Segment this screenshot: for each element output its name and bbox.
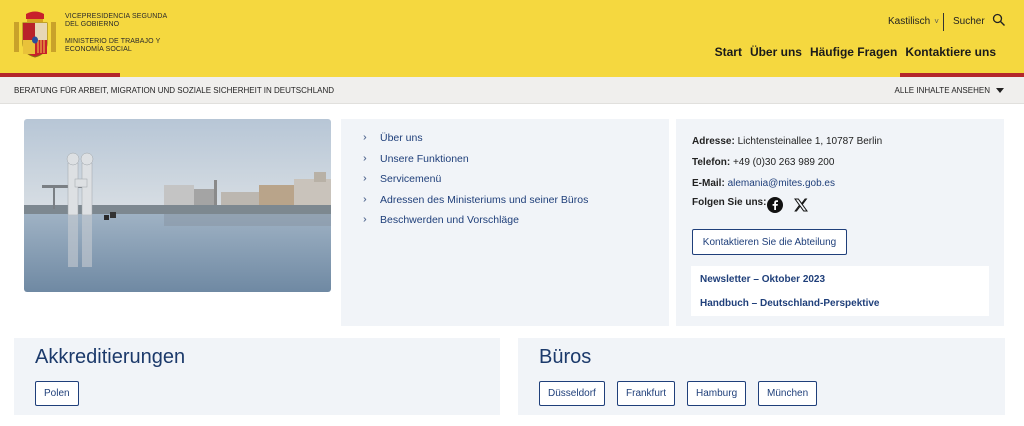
coat-of-arms-icon[interactable] <box>12 10 58 60</box>
offices-title: Büros <box>539 346 592 368</box>
language-selector[interactable]: Kastilisch ˅ <box>888 16 939 27</box>
org-line-ministry: MINISTERIO DE TRABAJO Y ECONOMÍA SOCIAL <box>65 38 161 53</box>
link-label: Beschwerden und Vorschläge <box>380 214 519 227</box>
link-label: Unsere Funktionen <box>380 152 469 165</box>
accreditations-title: Akkreditierungen <box>35 346 186 368</box>
main-navigation: Start Über uns Häufige Fragen Kontaktier… <box>715 45 996 59</box>
phone-line: Telefon: +49 (0)30 263 989 200 <box>692 157 834 168</box>
contact-department-button[interactable]: Kontaktieren Sie die Abteilung <box>692 229 847 255</box>
section-bar: BERATUNG FÜR ARBEIT, MIGRATION UND SOZIA… <box>0 77 1024 104</box>
all-content-toggle[interactable]: ALLE INHALTE ANSEHEN <box>895 86 1004 95</box>
follow-label: Folgen Sie uns: <box>692 197 766 208</box>
handbook-link[interactable]: Handbuch – Deutschland-Perspektive <box>700 298 880 309</box>
link-complaints[interactable]: ›› Beschwerden und Vorschläge <box>363 214 669 235</box>
nav-about[interactable]: Über uns <box>750 45 802 59</box>
facebook-icon[interactable] <box>767 197 783 213</box>
language-label: Kastilisch <box>888 16 931 27</box>
double-chevron-right-icon: ›› <box>363 193 367 205</box>
contact-info-panel: Adresse: Lichtensteinallee 1, 10787 Berl… <box>676 119 1004 326</box>
chip-munich[interactable]: München <box>758 381 818 406</box>
double-chevron-right-icon: ›› <box>363 214 367 226</box>
header-divider <box>943 13 944 31</box>
email-link[interactable]: alemania@mites.gob.es <box>728 178 835 189</box>
address-label: Adresse: <box>692 136 735 147</box>
phone-label: Telefon: <box>692 157 731 168</box>
triangle-down-icon <box>996 88 1004 93</box>
phone-value: +49 (0)30 263 989 200 <box>732 157 835 168</box>
all-content-label: ALLE INHALTE ANSEHEN <box>894 86 990 95</box>
link-label: Adressen des Ministeriums und seiner Bür… <box>380 193 589 206</box>
x-icon[interactable] <box>793 197 809 213</box>
offices-card: Büros Düsseldorf Frankfurt Hamburg Münch… <box>518 338 1005 415</box>
link-label: Über uns <box>380 132 423 144</box>
chip-duesseldorf[interactable]: Düsseldorf <box>539 381 605 406</box>
chip-hamburg[interactable]: Hamburg <box>687 381 747 406</box>
address-value: Lichtensteinallee 1, 10787 Berlin <box>737 136 883 147</box>
social-links <box>767 197 809 213</box>
email-line: E-Mail: alemania@mites.gob.es <box>692 178 835 189</box>
hero-photo <box>24 119 331 292</box>
chip-poland[interactable]: Polen <box>35 381 79 406</box>
search-icon[interactable] <box>992 13 1006 27</box>
org-line-vicepresidency: VICEPRESIDENCIA SEGUNDA DEL GOBIERNO <box>65 13 167 28</box>
double-chevron-right-icon: ›› <box>363 152 367 164</box>
accreditations-card: Akkreditierungen Polen <box>14 338 500 415</box>
email-label: E-Mail: <box>692 178 725 189</box>
newsletter-link[interactable]: Newsletter – Oktober 2023 <box>700 274 825 285</box>
section-title[interactable]: BERATUNG FÜR ARBEIT, MIGRATION UND SOZIA… <box>14 86 334 95</box>
follow-text: Folgen Sie uns: <box>692 197 767 208</box>
nav-start[interactable]: Start <box>715 45 742 59</box>
link-addresses[interactable]: ›› Adressen des Ministeriums und seiner B… <box>363 194 669 215</box>
double-chevron-right-icon: ›› <box>363 132 367 143</box>
link-label: Servicemenü <box>380 173 442 186</box>
link-service-menu[interactable]: ›› Servicemenü <box>363 173 669 194</box>
nav-faq[interactable]: Häufige Fragen <box>810 45 897 59</box>
site-header: VICEPRESIDENCIA SEGUNDA DEL GOBIERNO MIN… <box>0 0 1024 73</box>
berlin-river-image <box>24 119 331 292</box>
search-button[interactable]: Sucher <box>953 16 985 27</box>
address-line: Adresse: Lichtensteinallee 1, 10787 Berl… <box>692 136 882 147</box>
nav-contact[interactable]: Kontaktiere uns <box>905 45 996 59</box>
link-about[interactable]: ›› Über uns <box>363 132 669 153</box>
news-box: Newsletter – Oktober 2023 Handbuch – Deu… <box>691 266 989 316</box>
chip-frankfurt[interactable]: Frankfurt <box>617 381 676 406</box>
double-chevron-right-icon: ›› <box>363 173 367 185</box>
chevron-down-icon: ˅ <box>934 17 939 26</box>
link-functions[interactable]: ›› Unsere Funktionen <box>363 153 669 174</box>
quick-links-panel: ›› Über uns ›› Unsere Funktionen ›› Service… <box>341 119 669 326</box>
